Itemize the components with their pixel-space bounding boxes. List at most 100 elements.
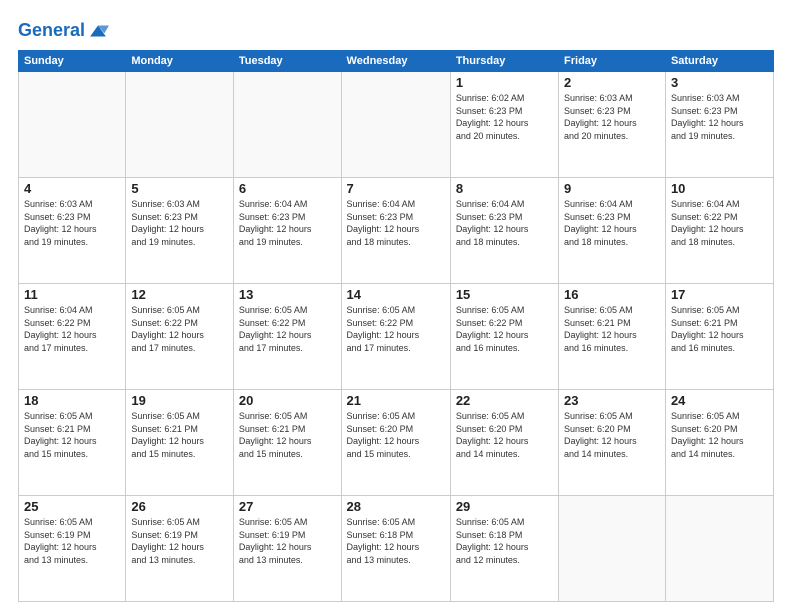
day-info: Sunrise: 6:05 AM Sunset: 6:20 PM Dayligh… <box>456 410 553 460</box>
day-number: 9 <box>564 181 660 196</box>
day-number: 28 <box>347 499 445 514</box>
calendar-cell: 24 Sunrise: 6:05 AM Sunset: 6:20 PM Dayli… <box>665 390 773 496</box>
calendar-cell: 9 Sunrise: 6:04 AM Sunset: 6:23 PM Daylig… <box>559 178 666 284</box>
day-info: Sunrise: 6:05 AM Sunset: 6:19 PM Dayligh… <box>239 516 336 566</box>
calendar-body: 1 Sunrise: 6:02 AM Sunset: 6:23 PM Daylig… <box>19 72 774 602</box>
calendar-cell: 3 Sunrise: 6:03 AM Sunset: 6:23 PM Daylig… <box>665 72 773 178</box>
day-info: Sunrise: 6:05 AM Sunset: 6:19 PM Dayligh… <box>24 516 120 566</box>
day-number: 8 <box>456 181 553 196</box>
calendar-cell: 7 Sunrise: 6:04 AM Sunset: 6:23 PM Daylig… <box>341 178 450 284</box>
calendar-cell: 4 Sunrise: 6:03 AM Sunset: 6:23 PM Daylig… <box>19 178 126 284</box>
day-number: 23 <box>564 393 660 408</box>
day-number: 14 <box>347 287 445 302</box>
day-info: Sunrise: 6:05 AM Sunset: 6:22 PM Dayligh… <box>456 304 553 354</box>
day-number: 7 <box>347 181 445 196</box>
day-info: Sunrise: 6:05 AM Sunset: 6:21 PM Dayligh… <box>239 410 336 460</box>
calendar-cell <box>341 72 450 178</box>
calendar-cell: 6 Sunrise: 6:04 AM Sunset: 6:23 PM Daylig… <box>233 178 341 284</box>
calendar-cell: 16Sunrise: 6:05 AM Sunset: 6:21 PM Dayli… <box>559 284 666 390</box>
day-number: 13 <box>239 287 336 302</box>
calendar-cell: 10Sunrise: 6:04 AM Sunset: 6:22 PM Dayli… <box>665 178 773 284</box>
calendar-cell: 21 Sunrise: 6:05 AM Sunset: 6:20 PM Dayli… <box>341 390 450 496</box>
day-number: 17 <box>671 287 768 302</box>
day-info: Sunrise: 6:04 AM Sunset: 6:22 PM Dayligh… <box>671 198 768 248</box>
calendar-header-monday: Monday <box>126 51 234 72</box>
calendar-cell: 15 Sunrise: 6:05 AM Sunset: 6:22 PM Dayli… <box>450 284 558 390</box>
calendar-cell: 28 Sunrise: 6:05 AM Sunset: 6:18 PM Dayli… <box>341 496 450 602</box>
calendar-cell: 26Sunrise: 6:05 AM Sunset: 6:19 PM Dayli… <box>126 496 234 602</box>
calendar-cell: 5 Sunrise: 6:03 AM Sunset: 6:23 PM Daylig… <box>126 178 234 284</box>
header: General <box>18 16 774 42</box>
calendar-header-sunday: Sunday <box>19 51 126 72</box>
day-number: 21 <box>347 393 445 408</box>
day-info: Sunrise: 6:03 AM Sunset: 6:23 PM Dayligh… <box>671 92 768 142</box>
day-info: Sunrise: 6:05 AM Sunset: 6:21 PM Dayligh… <box>131 410 228 460</box>
calendar-cell: 8 Sunrise: 6:04 AM Sunset: 6:23 PM Daylig… <box>450 178 558 284</box>
calendar-week-1: 1 Sunrise: 6:02 AM Sunset: 6:23 PM Daylig… <box>19 72 774 178</box>
calendar-cell: 18 Sunrise: 6:05 AM Sunset: 6:21 PM Dayli… <box>19 390 126 496</box>
calendar-week-2: 4 Sunrise: 6:03 AM Sunset: 6:23 PM Daylig… <box>19 178 774 284</box>
calendar-cell <box>665 496 773 602</box>
day-info: Sunrise: 6:05 AM Sunset: 6:22 PM Dayligh… <box>131 304 228 354</box>
logo-icon <box>87 20 109 42</box>
day-info: Sunrise: 6:03 AM Sunset: 6:23 PM Dayligh… <box>564 92 660 142</box>
day-number: 25 <box>24 499 120 514</box>
calendar-cell <box>19 72 126 178</box>
day-info: Sunrise: 6:05 AM Sunset: 6:22 PM Dayligh… <box>347 304 445 354</box>
day-number: 24 <box>671 393 768 408</box>
day-info: Sunrise: 6:05 AM Sunset: 6:22 PM Dayligh… <box>239 304 336 354</box>
calendar-header-tuesday: Tuesday <box>233 51 341 72</box>
logo-text: General <box>18 21 85 41</box>
calendar-cell: 2 Sunrise: 6:03 AM Sunset: 6:23 PM Daylig… <box>559 72 666 178</box>
calendar-cell: 14 Sunrise: 6:05 AM Sunset: 6:22 PM Dayli… <box>341 284 450 390</box>
day-number: 11 <box>24 287 120 302</box>
day-number: 29 <box>456 499 553 514</box>
calendar-table: SundayMondayTuesdayWednesdayThursdayFrid… <box>18 50 774 602</box>
day-number: 19 <box>131 393 228 408</box>
day-info: Sunrise: 6:05 AM Sunset: 6:18 PM Dayligh… <box>347 516 445 566</box>
calendar-cell <box>126 72 234 178</box>
calendar-cell: 20 Sunrise: 6:05 AM Sunset: 6:21 PM Dayli… <box>233 390 341 496</box>
calendar-header-friday: Friday <box>559 51 666 72</box>
day-info: Sunrise: 6:02 AM Sunset: 6:23 PM Dayligh… <box>456 92 553 142</box>
calendar-cell: 11Sunrise: 6:04 AM Sunset: 6:22 PM Dayli… <box>19 284 126 390</box>
day-info: Sunrise: 6:04 AM Sunset: 6:23 PM Dayligh… <box>239 198 336 248</box>
day-info: Sunrise: 6:03 AM Sunset: 6:23 PM Dayligh… <box>131 198 228 248</box>
page: General SundayMondayTuesdayWednesdayThur… <box>0 0 792 612</box>
calendar-cell <box>559 496 666 602</box>
day-number: 6 <box>239 181 336 196</box>
day-info: Sunrise: 6:03 AM Sunset: 6:23 PM Dayligh… <box>24 198 120 248</box>
day-number: 2 <box>564 75 660 90</box>
day-info: Sunrise: 6:05 AM Sunset: 6:20 PM Dayligh… <box>347 410 445 460</box>
day-number: 18 <box>24 393 120 408</box>
day-number: 4 <box>24 181 120 196</box>
calendar-header-wednesday: Wednesday <box>341 51 450 72</box>
calendar-week-3: 11Sunrise: 6:04 AM Sunset: 6:22 PM Dayli… <box>19 284 774 390</box>
calendar-cell: 22Sunrise: 6:05 AM Sunset: 6:20 PM Dayli… <box>450 390 558 496</box>
calendar-cell: 27 Sunrise: 6:05 AM Sunset: 6:19 PM Dayli… <box>233 496 341 602</box>
day-info: Sunrise: 6:05 AM Sunset: 6:21 PM Dayligh… <box>24 410 120 460</box>
calendar-cell: 1 Sunrise: 6:02 AM Sunset: 6:23 PM Daylig… <box>450 72 558 178</box>
day-number: 3 <box>671 75 768 90</box>
calendar-cell <box>233 72 341 178</box>
day-number: 26 <box>131 499 228 514</box>
calendar-cell: 25 Sunrise: 6:05 AM Sunset: 6:19 PM Dayli… <box>19 496 126 602</box>
calendar-cell: 23 Sunrise: 6:05 AM Sunset: 6:20 PM Dayli… <box>559 390 666 496</box>
day-info: Sunrise: 6:04 AM Sunset: 6:23 PM Dayligh… <box>564 198 660 248</box>
day-info: Sunrise: 6:04 AM Sunset: 6:23 PM Dayligh… <box>347 198 445 248</box>
day-info: Sunrise: 6:05 AM Sunset: 6:20 PM Dayligh… <box>564 410 660 460</box>
day-info: Sunrise: 6:05 AM Sunset: 6:20 PM Dayligh… <box>671 410 768 460</box>
day-number: 1 <box>456 75 553 90</box>
logo: General <box>18 20 109 42</box>
day-number: 20 <box>239 393 336 408</box>
calendar-header-row: SundayMondayTuesdayWednesdayThursdayFrid… <box>19 51 774 72</box>
day-info: Sunrise: 6:05 AM Sunset: 6:21 PM Dayligh… <box>671 304 768 354</box>
day-number: 5 <box>131 181 228 196</box>
day-number: 16 <box>564 287 660 302</box>
day-number: 15 <box>456 287 553 302</box>
day-number: 12 <box>131 287 228 302</box>
calendar-header-thursday: Thursday <box>450 51 558 72</box>
calendar-week-5: 25 Sunrise: 6:05 AM Sunset: 6:19 PM Dayli… <box>19 496 774 602</box>
day-number: 27 <box>239 499 336 514</box>
day-info: Sunrise: 6:04 AM Sunset: 6:23 PM Dayligh… <box>456 198 553 248</box>
